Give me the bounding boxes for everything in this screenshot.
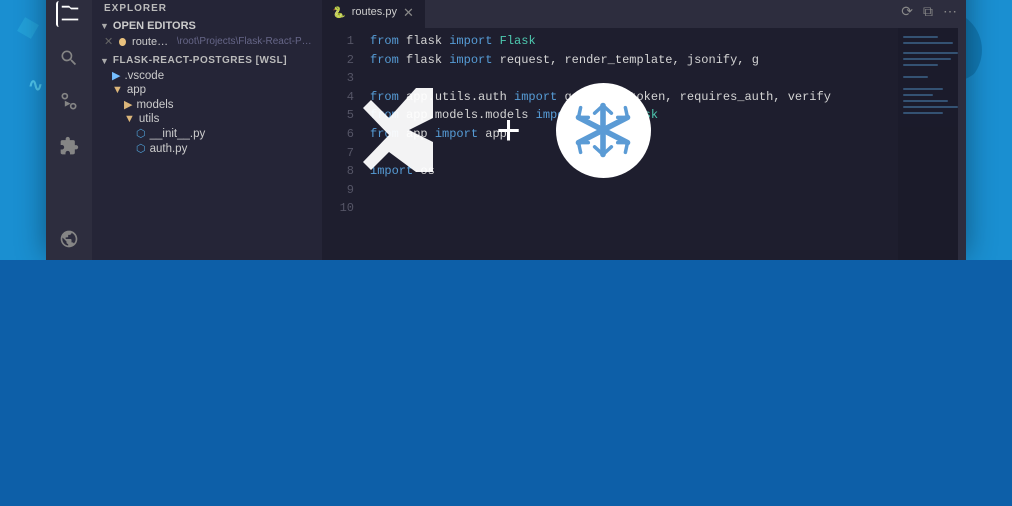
- activity-bar-bottom: [46, 226, 92, 260]
- modified-dot: [119, 38, 126, 46]
- file-init-name: __init__.py: [150, 128, 206, 140]
- hero-background: < > ✓ ∿ ⚡ ⚡ < > +: [0, 0, 1012, 260]
- folder-utils-icon: ▼: [124, 113, 135, 125]
- open-file-name: routes.py: [132, 36, 171, 48]
- tree-models[interactable]: ▶ models: [92, 97, 322, 112]
- file-py-icon: ⬡: [136, 127, 146, 140]
- activity-search[interactable]: [56, 45, 82, 71]
- tab-routes[interactable]: 🐍 routes.py ✕: [322, 0, 425, 28]
- folder-app-name: app: [127, 84, 146, 96]
- tab-name: routes.py: [352, 6, 397, 18]
- activity-explorer[interactable]: [56, 1, 82, 27]
- folder-vscode-name: .vscode: [124, 70, 164, 82]
- folder-utils-name: utils: [139, 113, 159, 125]
- file-auth-name: auth.py: [150, 143, 188, 155]
- activity-extensions[interactable]: [56, 133, 82, 159]
- activity-source-control[interactable]: [56, 89, 82, 115]
- folder-app-icon: ▼: [112, 84, 123, 96]
- sync-icon[interactable]: ⟳: [898, 1, 916, 22]
- close-icon[interactable]: ✕: [104, 35, 113, 48]
- folder-models-name: models: [136, 99, 173, 111]
- code-line-9: [370, 181, 898, 200]
- code-line-2: from flask import request, render_templa…: [370, 51, 898, 70]
- open-editors-label: OPEN EDITORS: [113, 20, 196, 32]
- tree-app[interactable]: ▼ app: [92, 83, 322, 97]
- project-label: FLASK-REACT-POSTGRES [WSL]: [113, 55, 287, 66]
- tree-utils[interactable]: ▼ utils: [92, 112, 322, 126]
- tree-auth[interactable]: ⬡ auth.py: [92, 141, 322, 156]
- project-chevron: ▼: [100, 56, 109, 66]
- tree-init[interactable]: ⬡ __init__.py: [92, 126, 322, 141]
- tabs-actions: ⟳ ⧉ ⋯: [898, 0, 966, 28]
- plus-sign: +: [496, 106, 521, 154]
- open-editors-chevron: ▼: [100, 21, 109, 31]
- nix-logo: [556, 83, 651, 178]
- sidebar: EXPLORER ▼ OPEN EDITORS ✕ routes.py \roo…: [92, 0, 322, 260]
- explorer-title: EXPLORER: [92, 0, 322, 18]
- folder-vscode-icon: ▶: [112, 69, 120, 82]
- deco-zigzag: ∿: [28, 75, 43, 96]
- activity-bar: [46, 0, 92, 260]
- open-editor-item[interactable]: ✕ routes.py \root\Projects\Flask-React-P…: [92, 34, 322, 49]
- tab-close-button[interactable]: ✕: [403, 6, 414, 19]
- tabs-bar: 🐍 routes.py ✕ ⟳ ⧉ ⋯: [322, 0, 966, 28]
- activity-bar-top: [46, 1, 92, 159]
- code-line-10: [370, 199, 898, 218]
- vscode-logo: [361, 80, 461, 180]
- code-line-1: from flask import Flask: [370, 32, 898, 51]
- tree-vscode[interactable]: ▶ .vscode: [92, 68, 322, 83]
- split-icon[interactable]: ⧉: [920, 1, 936, 22]
- bottom-background: [0, 260, 1012, 506]
- more-icon[interactable]: ⋯: [940, 1, 960, 22]
- minimap: [898, 28, 958, 260]
- file-auth-icon: ⬡: [136, 142, 146, 155]
- open-file-path: \root\Projects\Flask-React-Postgre...: [177, 36, 314, 47]
- folder-models-icon: ▶: [124, 98, 132, 111]
- deco-rect: [17, 17, 39, 39]
- logo-area: +: [361, 80, 651, 180]
- open-editors-header[interactable]: ▼ OPEN EDITORS: [92, 18, 322, 34]
- activity-remote[interactable]: [56, 226, 82, 252]
- tab-file-icon: 🐍: [332, 6, 346, 19]
- scrollbar[interactable]: [958, 28, 966, 260]
- line-numbers: 1 2 3 4 5 6 7 8 9 10: [322, 28, 362, 260]
- project-header[interactable]: ▼ FLASK-REACT-POSTGRES [WSL]: [92, 53, 322, 68]
